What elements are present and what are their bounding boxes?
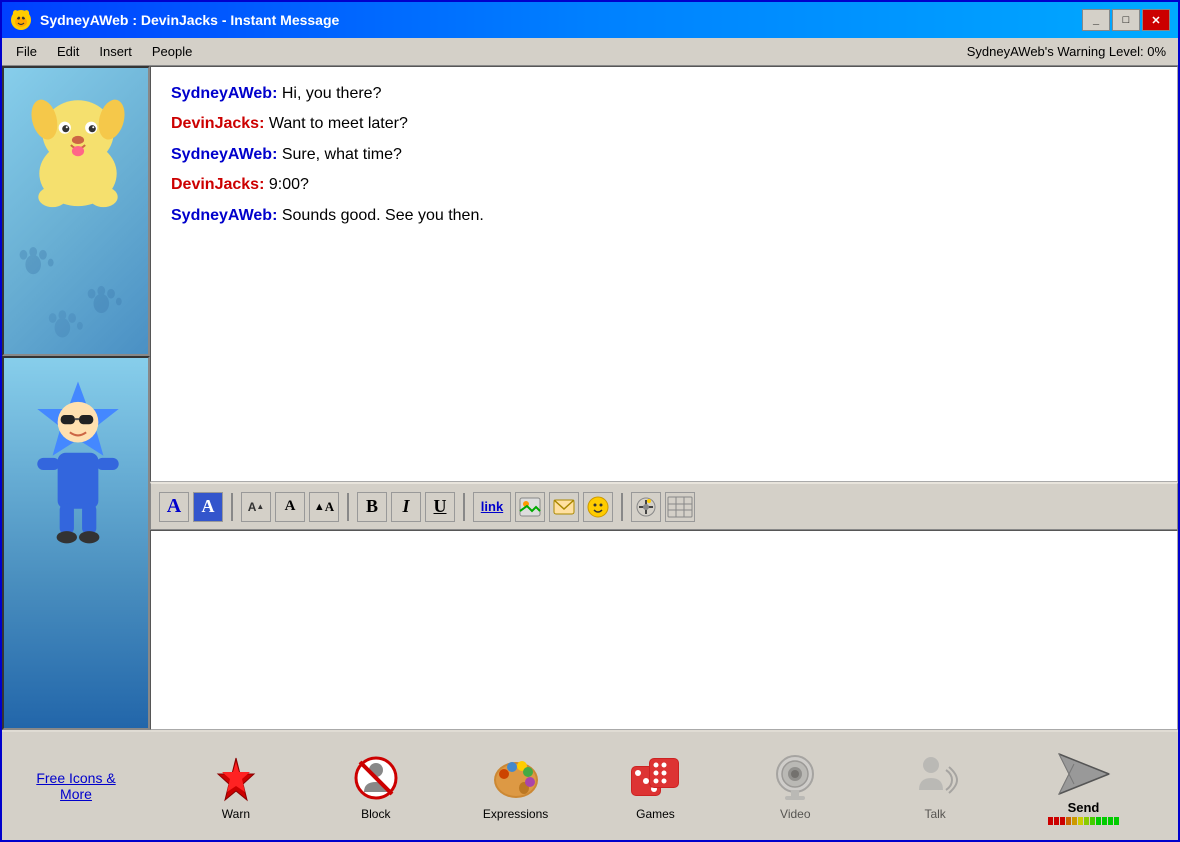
send-icon — [1053, 748, 1113, 800]
games-button[interactable]: Games — [620, 752, 690, 821]
chat-message: SydneyAWeb: Sure, what time? — [171, 144, 1157, 166]
username-devin-2: DevinJacks: — [171, 176, 264, 193]
font-highlight-button[interactable]: A — [193, 492, 223, 522]
format-toolbar: A A A ▲ A ▲A B I — [150, 482, 1178, 530]
chat-message: DevinJacks: Want to meet later? — [171, 113, 1157, 135]
username-sydney-2: SydneyAWeb: — [171, 146, 277, 163]
bold-button[interactable]: B — [357, 492, 387, 522]
chat-area[interactable]: SydneyAWeb: Hi, you there? DevinJacks: W… — [150, 66, 1178, 482]
expressions-label: Expressions — [483, 807, 548, 821]
warning-level: SydneyAWeb's Warning Level: 0% — [967, 44, 1174, 59]
minimize-button[interactable]: _ — [1082, 9, 1110, 31]
free-icons-link[interactable]: Free Icons &More — [36, 770, 115, 802]
video-label: Video — [780, 807, 810, 821]
toolbar-separator-1 — [231, 493, 233, 521]
bottom-left-panel: Free Icons &More — [2, 732, 150, 840]
expressions-icon — [490, 752, 542, 804]
avatar-bottom — [2, 356, 150, 730]
expressions-button[interactable]: Expressions — [481, 752, 551, 821]
block-icon — [350, 752, 402, 804]
font-smaller-button[interactable]: A ▲ — [241, 492, 271, 522]
star-avatar-svg — [22, 368, 134, 568]
window-controls: _ □ ✕ — [1082, 9, 1170, 31]
message-input[interactable] — [150, 530, 1178, 730]
games-label: Games — [636, 807, 675, 821]
video-icon — [769, 752, 821, 804]
msg-text-5: Sounds good. See you then. — [282, 207, 484, 224]
bottom-bar: Free Icons &More Warn — [2, 730, 1178, 840]
maximize-button[interactable]: □ — [1112, 9, 1140, 31]
action-buttons: Warn Block — [150, 732, 1178, 840]
msg-text-2: Want to meet later? — [269, 115, 408, 132]
warn-icon — [210, 752, 262, 804]
left-panel — [2, 66, 150, 730]
talk-icon — [909, 752, 961, 804]
email-button[interactable] — [549, 492, 579, 522]
chat-message: DevinJacks: 9:00? — [171, 174, 1157, 196]
font-normal-button[interactable]: A — [275, 492, 305, 522]
aim-icon — [10, 9, 32, 31]
main-content: SydneyAWeb: Hi, you there? DevinJacks: W… — [2, 66, 1178, 730]
games-icon — [629, 752, 681, 804]
toolbar-separator-4 — [621, 493, 623, 521]
talk-button[interactable]: Talk — [900, 752, 970, 821]
warn-button[interactable]: Warn — [201, 752, 271, 821]
toolbar-separator-2 — [347, 493, 349, 521]
image-button[interactable] — [515, 492, 545, 522]
title-bar: SydneyAWeb : DevinJacks - Instant Messag… — [2, 2, 1178, 38]
username-sydney-3: SydneyAWeb: — [171, 207, 277, 224]
block-button[interactable]: Block — [341, 752, 411, 821]
chars-button[interactable] — [665, 492, 695, 522]
username-devin-1: DevinJacks: — [171, 115, 264, 132]
im-window: SydneyAWeb : DevinJacks - Instant Messag… — [0, 0, 1180, 842]
avatar-top — [2, 66, 150, 356]
link-button[interactable]: link — [473, 492, 511, 522]
msg-text-1: Hi, you there? — [282, 85, 382, 102]
warn-label: Warn — [222, 807, 250, 821]
username-sydney-1: SydneyAWeb: — [171, 85, 277, 102]
chat-message: SydneyAWeb: Hi, you there? — [171, 83, 1157, 105]
video-button[interactable]: Video — [760, 752, 830, 821]
menu-bar: File Edit Insert People SydneyAWeb's War… — [2, 38, 1178, 66]
block-label: Block — [361, 807, 390, 821]
menu-people[interactable]: People — [142, 41, 202, 62]
chat-message: SydneyAWeb: Sounds good. See you then. — [171, 205, 1157, 227]
dog-avatar-svg — [22, 73, 134, 213]
title-bar-text: SydneyAWeb : DevinJacks - Instant Messag… — [40, 12, 1082, 28]
plugin-button[interactable] — [631, 492, 661, 522]
menu-edit[interactable]: Edit — [47, 41, 89, 62]
italic-button[interactable]: I — [391, 492, 421, 522]
smiley-button[interactable] — [583, 492, 613, 522]
font-color-button[interactable]: A — [159, 492, 189, 522]
menu-file[interactable]: File — [6, 41, 47, 62]
talk-label: Talk — [924, 807, 945, 821]
msg-text-3: Sure, what time? — [282, 146, 402, 163]
close-button[interactable]: ✕ — [1142, 9, 1170, 31]
right-panel: SydneyAWeb: Hi, you there? DevinJacks: W… — [150, 66, 1178, 730]
font-larger-button[interactable]: ▲A — [309, 492, 339, 522]
underline-button[interactable]: U — [425, 492, 455, 522]
send-button[interactable]: Send — [1040, 744, 1127, 829]
msg-text-4: 9:00? — [269, 176, 309, 193]
volume-bar — [1048, 817, 1119, 825]
send-label: Send — [1068, 800, 1100, 815]
toolbar-separator-3 — [463, 493, 465, 521]
menu-insert[interactable]: Insert — [89, 41, 142, 62]
